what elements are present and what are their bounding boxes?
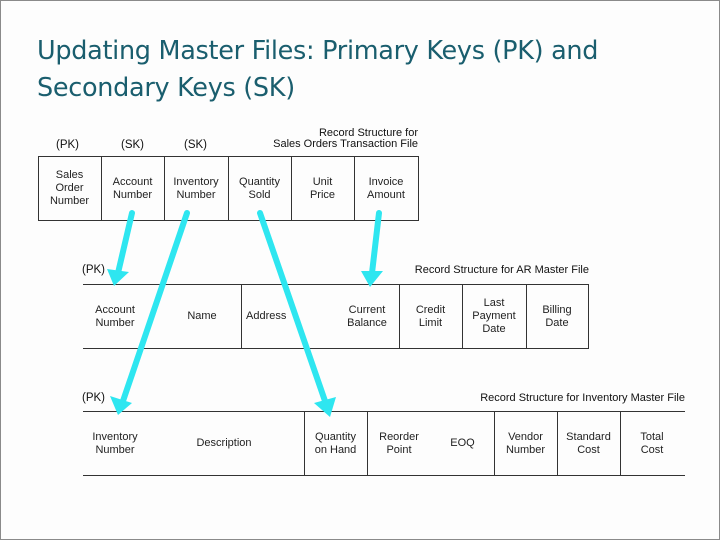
field-text: Order — [55, 182, 84, 194]
field-text: Amount — [367, 188, 405, 201]
field-text: Sold — [248, 188, 271, 201]
field-text: Last — [483, 297, 505, 309]
field-sales-order-number: Sales Order Number — [38, 157, 101, 220]
key-label-pk: (PK) — [82, 392, 105, 404]
field-text: Billing — [542, 303, 572, 316]
slide: Updating Master Files: Primary Keys (PK)… — [0, 0, 720, 540]
field-text: Account — [112, 175, 153, 188]
field-inventory-number: Inventory Number — [83, 412, 147, 475]
field-text: Date — [545, 316, 569, 329]
field-invoice-amount: Invoice Amount — [354, 157, 418, 220]
table-caption: Record Structure for AR Master File — [414, 264, 589, 276]
field-account-number: Account Number — [83, 285, 147, 348]
field-text: Current — [348, 303, 386, 316]
field-text: Cost — [577, 443, 600, 456]
field-eoq: EOQ — [431, 412, 494, 475]
field-text: Limit — [418, 316, 443, 329]
field-credit-limit: Credit Limit — [399, 285, 462, 348]
field-vendor-number: Vendor Number — [494, 412, 557, 475]
field-text: on Hand — [314, 443, 357, 456]
field-text: Balance — [347, 316, 387, 329]
field-standard-cost: Standard Cost — [557, 412, 620, 475]
field-account-number: Account Number — [101, 157, 164, 220]
field-text: Inventory — [173, 175, 219, 188]
slide-title: Updating Master Files: Primary Keys (PK)… — [37, 33, 697, 107]
field-text: Total — [640, 430, 664, 443]
field-text: Number — [95, 443, 135, 456]
field-text: Number — [176, 188, 216, 201]
field-text: Quantity — [315, 430, 356, 443]
field-address: Address — [242, 285, 292, 348]
field-text: Number — [112, 188, 153, 201]
key-label-pk: (PK) — [82, 264, 105, 276]
field-text: Account — [95, 303, 135, 316]
field-text: Credit — [415, 303, 446, 316]
field-text: Number — [505, 443, 546, 456]
field-name: Name — [171, 285, 233, 348]
field-text: Address — [246, 310, 287, 322]
field-total-cost: Total Cost — [620, 412, 684, 475]
field-text: EOQ — [450, 437, 475, 449]
caption-line-2: Sales Orders Transaction File — [273, 138, 418, 150]
table-bottom-rule — [83, 348, 589, 349]
key-label-pk: (PK) — [56, 139, 79, 151]
field-text: Cost — [640, 443, 664, 456]
field-text: Price — [309, 188, 336, 201]
title-line-2: Secondary Keys (SK) — [37, 73, 295, 103]
field-reorder-point: Reorder Point — [367, 412, 431, 475]
field-last-payment-date: Last Payment Date — [462, 285, 526, 348]
arrow-account-number-link — [107, 210, 135, 286]
field-text: Date — [482, 323, 506, 335]
column-divider — [418, 156, 419, 221]
table-caption: Record Structure for Inventory Master Fi… — [480, 392, 685, 404]
table-bottom-rule — [83, 475, 685, 476]
column-divider — [588, 284, 589, 349]
key-label-sk: (SK) — [121, 139, 144, 151]
field-text: Unit — [312, 175, 333, 188]
field-text: Vendor — [508, 430, 543, 443]
field-description: Description — [181, 412, 267, 475]
field-unit-price: Unit Price — [291, 157, 354, 220]
field-text: Quantity — [239, 175, 280, 188]
field-text: Reorder — [379, 430, 419, 443]
field-inventory-number: Inventory Number — [164, 157, 228, 220]
field-text: Description — [196, 437, 252, 449]
field-text: Name — [187, 310, 217, 322]
field-billing-date: Billing Date — [526, 285, 588, 348]
field-quantity-on-hand: Quantity on Hand — [304, 412, 367, 475]
field-text: Number — [95, 316, 135, 329]
field-text: Sales — [55, 169, 84, 181]
field-text: Payment — [472, 310, 516, 322]
field-quantity-sold: Quantity Sold — [228, 157, 291, 220]
field-text: Number — [49, 195, 90, 207]
field-text: Point — [386, 443, 412, 456]
title-line-1: Updating Master Files: Primary Keys (PK)… — [37, 36, 599, 66]
key-label-sk: (SK) — [184, 139, 207, 151]
field-text: Invoice — [368, 175, 404, 188]
field-current-balance: Current Balance — [335, 285, 399, 348]
field-text: Standard — [566, 430, 611, 443]
table-caption: Record Structure for Sales Orders Transa… — [241, 128, 418, 150]
field-text: Inventory — [92, 430, 138, 443]
